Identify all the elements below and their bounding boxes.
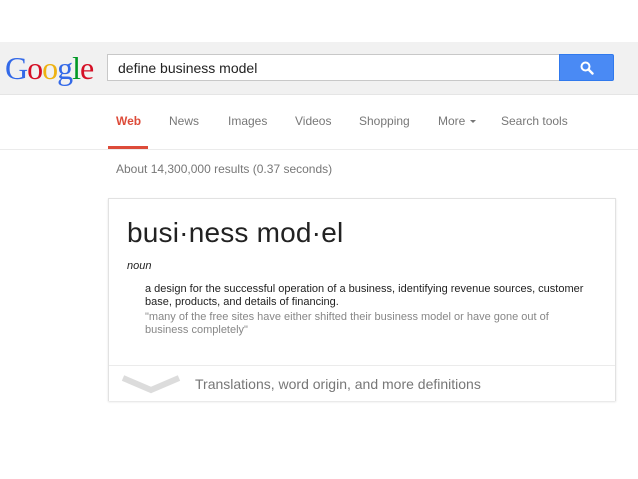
more-definitions-label: Translations, word origin, and more defi…: [195, 376, 481, 392]
tab-more[interactable]: More: [438, 114, 477, 128]
result-stats: About 14,300,000 results (0.37 seconds): [116, 162, 333, 176]
example-sentence: "many of the free sites have either shif…: [145, 311, 549, 336]
dictionary-headword: busi·ness mod·el: [127, 217, 344, 248]
part-of-speech: noun: [127, 260, 152, 272]
active-tab-indicator: [108, 146, 148, 149]
definition-text: a design for the successful operation of…: [145, 283, 584, 308]
search-button[interactable]: [559, 54, 614, 81]
caret-down-icon: [470, 120, 477, 123]
logo-letter: o: [42, 50, 58, 86]
search-input[interactable]: define business model: [107, 54, 559, 81]
logo-letter: o: [27, 50, 43, 86]
logo-letter: e: [80, 50, 94, 86]
google-logo[interactable]: Google: [5, 50, 94, 86]
tab-web[interactable]: Web: [116, 114, 141, 128]
dictionary-card: busi·ness mod·el noun a design for the s…: [108, 198, 616, 401]
more-definitions-button[interactable]: Translations, word origin, and more defi…: [109, 365, 615, 401]
logo-letter: G: [5, 50, 28, 86]
tab-more-label: More: [438, 114, 466, 128]
tab-news[interactable]: News: [169, 114, 199, 128]
search-nav-bar: Web News Images Videos Shopping More Sea…: [0, 96, 638, 150]
tab-images[interactable]: Images: [228, 114, 267, 128]
tab-search-tools[interactable]: Search tools: [501, 114, 568, 128]
chevron-down-icon: [121, 375, 181, 394]
tab-videos[interactable]: Videos: [295, 114, 331, 128]
search-icon: [580, 61, 594, 75]
logo-letter: g: [57, 50, 73, 86]
logo-letter: l: [72, 50, 81, 86]
tab-shopping[interactable]: Shopping: [359, 114, 410, 128]
